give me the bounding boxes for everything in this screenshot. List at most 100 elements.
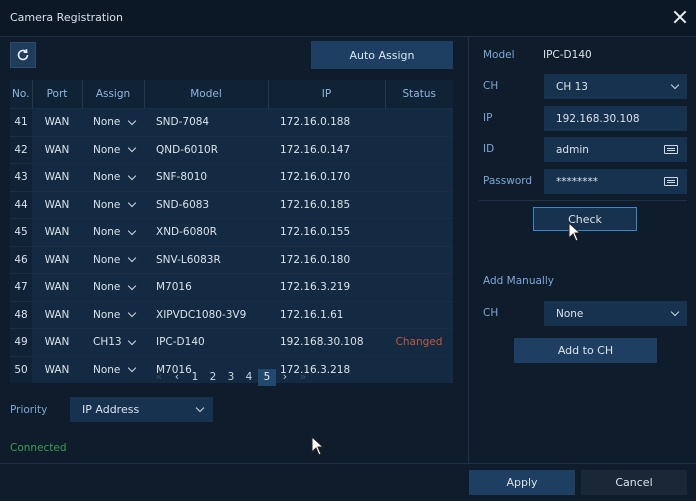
chevron-down-icon — [127, 116, 137, 125]
double-chevron-right-icon[interactable]: » — [294, 371, 312, 383]
table-row[interactable]: 45 WAN None XND-6080R 172.16.0.155 — [10, 218, 453, 246]
cell-assign[interactable]: None — [82, 163, 144, 191]
ip-label: IP — [483, 112, 493, 124]
chevron-down-icon — [670, 307, 680, 317]
footer: Apply Cancel — [0, 463, 696, 501]
cell-model: QND-6010R — [144, 135, 268, 164]
cell-port: WAN — [32, 163, 82, 191]
table-row[interactable]: 46 WAN None SNV-L6083R 172.16.0.180 — [10, 245, 453, 274]
cell-assign[interactable]: None — [82, 300, 144, 329]
cell-status — [385, 135, 453, 164]
table-row[interactable]: 41 WAN None SND-7084 172.16.0.188 — [10, 108, 453, 136]
cell-assign[interactable]: None — [82, 218, 144, 246]
assign-value: CH13 — [93, 336, 122, 349]
cell-ip: 172.16.1.61 — [268, 300, 385, 329]
cell-assign[interactable]: None — [82, 355, 144, 383]
auto-assign-button[interactable]: Auto Assign — [311, 41, 453, 69]
cell-model: SND-7084 — [144, 108, 268, 136]
chevron-down-icon — [127, 336, 137, 345]
cell-ip: 172.16.0.188 — [268, 108, 385, 136]
refresh-button[interactable] — [10, 42, 36, 68]
page-3[interactable]: 3 — [222, 371, 240, 383]
cell-status — [385, 218, 453, 246]
chevron-right-icon[interactable]: › — [276, 371, 294, 383]
page-2[interactable]: 2 — [204, 371, 222, 383]
double-chevron-left-icon[interactable]: « — [150, 371, 168, 383]
ch-label: CH — [483, 80, 499, 92]
cell-no: 50 — [10, 355, 32, 383]
cell-port: WAN — [32, 300, 82, 329]
cell-status — [385, 355, 453, 383]
header-no: No. — [10, 80, 33, 109]
cell-status: Changed — [385, 328, 453, 356]
chevron-down-icon — [127, 144, 137, 153]
cell-no: 49 — [10, 328, 32, 356]
assign-value: None — [93, 143, 121, 156]
chevron-down-icon — [127, 171, 137, 180]
add-manually-title: Add Manually — [483, 275, 554, 287]
table-row[interactable]: 42 WAN None QND-6010R 172.16.0.147 — [10, 135, 453, 164]
mouse-pointer-icon — [311, 436, 325, 456]
window-title: Camera Registration — [10, 11, 123, 24]
table-row[interactable]: 43 WAN None SNF-8010 172.16.0.170 — [10, 163, 453, 191]
cell-assign[interactable]: CH13 — [82, 328, 144, 356]
assign-value: None — [93, 226, 121, 239]
connection-status: Connected — [10, 442, 67, 454]
chevron-down-icon — [127, 281, 137, 290]
cell-port: WAN — [32, 328, 82, 356]
cell-assign[interactable]: None — [82, 190, 144, 219]
cell-assign[interactable]: None — [82, 273, 144, 301]
apply-button[interactable]: Apply — [469, 470, 575, 495]
divider — [479, 200, 687, 201]
cell-no: 41 — [10, 108, 32, 136]
manual-ch-select[interactable]: None — [544, 301, 687, 326]
cell-ip: 172.16.0.170 — [268, 163, 385, 191]
chevron-down-icon — [195, 403, 205, 413]
close-icon[interactable] — [672, 9, 688, 25]
keyboard-icon[interactable] — [664, 145, 678, 154]
cell-port: WAN — [32, 245, 82, 274]
model-value: IPC-D140 — [543, 49, 592, 61]
cancel-button[interactable]: Cancel — [581, 470, 687, 495]
assign-value: None — [93, 171, 121, 184]
ip-field[interactable]: 192.168.30.108 — [544, 106, 687, 131]
ip-value: 192.168.30.108 — [556, 112, 640, 125]
id-field[interactable]: admin — [544, 137, 687, 162]
chevron-down-icon — [127, 226, 137, 235]
add-to-ch-button[interactable]: Add to CH — [514, 338, 657, 363]
model-label: Model — [483, 49, 515, 61]
page-5[interactable]: 5 — [258, 368, 276, 386]
cell-status — [385, 273, 453, 301]
table-row[interactable]: 48 WAN None XIPVDC1080-3V9 172.16.1.61 — [10, 300, 453, 329]
password-value: ******** — [556, 175, 598, 188]
table-header: No. Port Assign Model IP Status — [10, 80, 453, 109]
password-field[interactable]: ******** — [544, 169, 687, 194]
assign-value: None — [93, 116, 121, 129]
check-button[interactable]: Check — [533, 207, 637, 231]
cell-port: WAN — [32, 108, 82, 136]
cell-no: 42 — [10, 135, 32, 164]
chevron-down-icon — [127, 364, 137, 373]
cell-assign[interactable]: None — [82, 135, 144, 164]
id-value: admin — [556, 143, 589, 156]
cell-no: 45 — [10, 218, 32, 246]
cell-assign[interactable]: None — [82, 245, 144, 274]
page-1[interactable]: 1 — [186, 371, 204, 383]
cell-ip: 172.16.0.147 — [268, 135, 385, 164]
title-bar: Camera Registration — [0, 0, 696, 37]
page-4[interactable]: 4 — [240, 371, 258, 383]
table-row[interactable]: 47 WAN None M7016 172.16.3.219 — [10, 273, 453, 301]
cell-model: SND-6083 — [144, 190, 268, 219]
priority-select[interactable]: IP Address — [70, 397, 213, 422]
pagination: « ‹ 1 2 3 4 5 › » — [150, 368, 312, 386]
chevron-left-icon[interactable]: ‹ — [168, 371, 186, 383]
cell-ip: 172.16.3.219 — [268, 273, 385, 301]
header-ip: IP — [268, 80, 386, 109]
keyboard-icon[interactable] — [664, 177, 678, 186]
table-row[interactable]: 44 WAN None SND-6083 172.16.0.185 — [10, 190, 453, 219]
ch-select[interactable]: CH 13 — [544, 74, 687, 99]
cell-assign[interactable]: None — [82, 108, 144, 136]
cell-port: WAN — [32, 135, 82, 164]
cell-status — [385, 190, 453, 219]
table-row[interactable]: 49 WAN CH13 IPC-D140 192.168.30.108 Changed — [10, 328, 453, 356]
